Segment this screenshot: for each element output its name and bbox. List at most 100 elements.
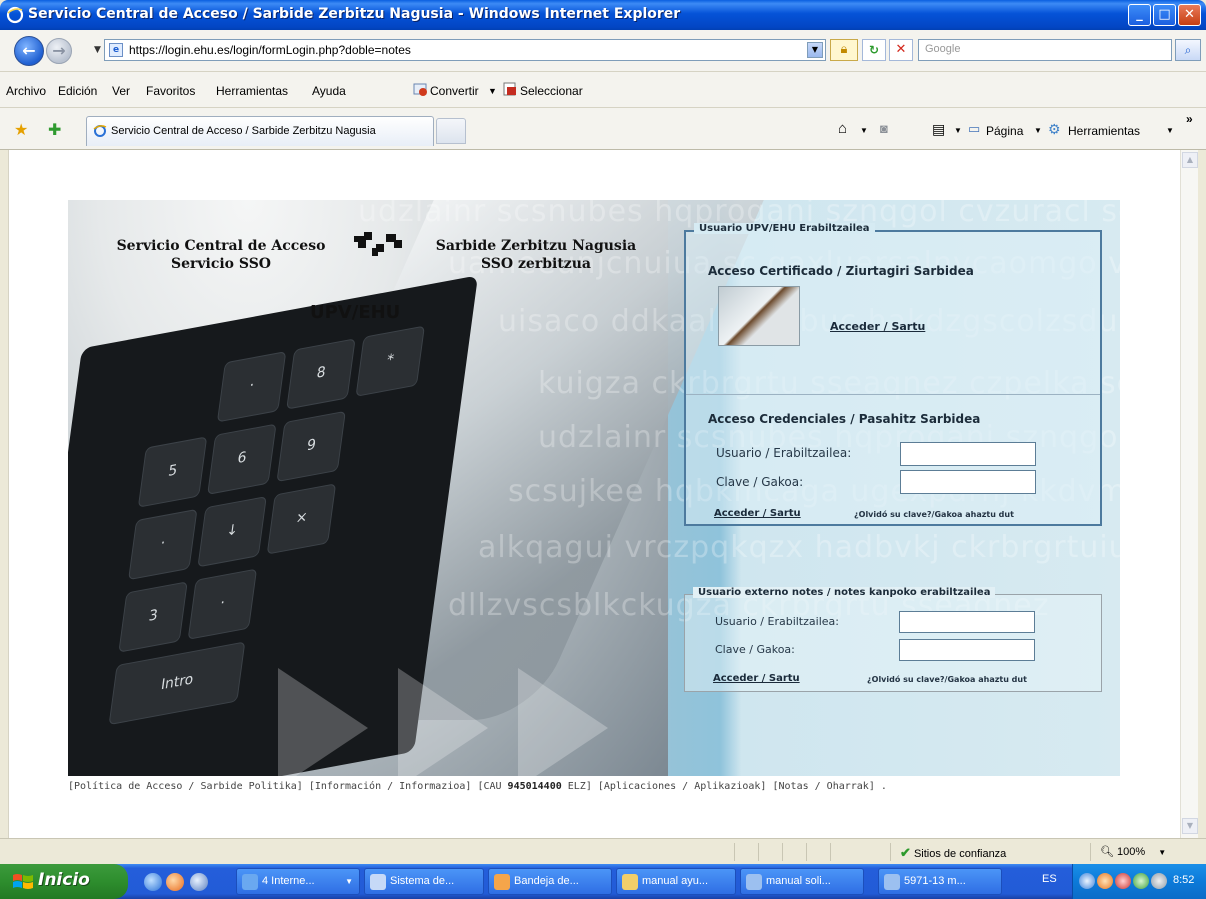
add-favorite-icon[interactable]: ✚ [48, 120, 61, 139]
herramientas-dropdown-icon[interactable]: ▼ [1166, 126, 1174, 135]
print-dropdown-icon[interactable]: ▼ [954, 126, 962, 135]
task-word-5971[interactable]: 5971-13 m... [878, 868, 1002, 895]
app-task-icon [370, 874, 386, 890]
history-dropdown-icon[interactable]: ▼ [94, 45, 101, 55]
gear-icon: ⚙ [1048, 121, 1061, 137]
refresh-button[interactable]: ↻ [862, 39, 886, 61]
search-placeholder: Google [925, 43, 961, 55]
certificate-access-title: Acceso Certificado / Ziurtagiri Sarbidea [708, 264, 974, 278]
task-label: Bandeja de... [514, 875, 579, 887]
address-toolbar: ← → ▼ e https://login.ehu.es/login/formL… [0, 30, 1206, 72]
notes-login-panel: Usuario externo notes / notes kanpoko er… [684, 587, 1102, 692]
convertir-button[interactable]: Convertir [430, 84, 479, 98]
quicklaunch-ie-icon[interactable] [144, 873, 162, 891]
pagina-dropdown-icon[interactable]: ▼ [1034, 126, 1042, 135]
ie-task-icon [242, 874, 258, 890]
menu-ver[interactable]: Ver [112, 84, 130, 98]
menu-ayuda[interactable]: Ayuda [312, 84, 346, 98]
quicklaunch-browser-icon[interactable] [190, 873, 208, 891]
convert-pdf-icon [413, 83, 427, 96]
home-icon[interactable]: ⌂ [838, 120, 847, 137]
zoom-control[interactable]: 🔍︎ 100% ▼ [1100, 845, 1166, 858]
menu-favoritos[interactable]: Favoritos [146, 84, 195, 98]
menu-herramientas[interactable]: Herramientas [216, 84, 288, 98]
tab-active[interactable]: Servicio Central de Acceso / Sarbide Zer… [86, 116, 434, 146]
minimize-button[interactable]: _ [1128, 4, 1151, 26]
menu-edicion[interactable]: Edición [58, 84, 97, 98]
address-field[interactable]: e https://login.ehu.es/login/formLogin.p… [104, 39, 826, 61]
back-arrow-icon: ← [22, 41, 36, 60]
stop-button[interactable]: ✕ [889, 39, 913, 61]
task-bandeja[interactable]: Bandeja de... [488, 868, 612, 895]
tray-security-icon[interactable] [1151, 873, 1167, 889]
page-menu-icon: ▭ [968, 121, 981, 136]
brand-right-line2: SSO zerbitzua [481, 256, 591, 272]
search-icon[interactable]: ⌕ [1175, 39, 1201, 61]
seleccionar-button[interactable]: Seleccionar [520, 84, 583, 98]
task-internet-explorer[interactable]: 4 Interne... ▼ [236, 868, 360, 895]
print-icon[interactable]: ▤ [932, 121, 945, 138]
upv-panel-legend: Usuario UPV/EHU Erabiltzailea [694, 223, 875, 234]
status-divider [758, 843, 759, 861]
username-input[interactable] [900, 442, 1036, 466]
tray-network-icon[interactable] [1133, 873, 1149, 889]
vertical-scrollbar[interactable]: ▲ ▼ [1180, 150, 1198, 838]
notes-username-input[interactable] [899, 611, 1035, 633]
info-link[interactable]: [Información / Informazioa] [309, 781, 472, 792]
window-titlebar[interactable]: Servicio Central de Acceso / Sarbide Zer… [0, 0, 1206, 30]
tab-label: Servicio Central de Acceso / Sarbide Zer… [111, 125, 376, 137]
tray-app-icon[interactable] [1115, 873, 1131, 889]
notes-forgot-password-link[interactable]: ¿Olvidó su clave?/Gakoa ahaztu dut [867, 675, 1027, 684]
herramientas-menu[interactable]: Herramientas [1068, 124, 1140, 138]
task-label: Sistema de... [390, 875, 455, 887]
notes-panel-legend: Usuario externo notes / notes kanpoko er… [693, 587, 996, 598]
checkmark-icon: ✔ [900, 845, 911, 860]
credentials-login-link[interactable]: Acceder / Sartu [714, 508, 801, 519]
tray-mail-icon[interactable] [1097, 873, 1113, 889]
search-input[interactable]: Google [918, 39, 1172, 61]
address-dropdown-icon[interactable]: ▼ [807, 42, 823, 58]
system-clock[interactable]: 8:52 [1173, 874, 1194, 886]
task-folder[interactable]: manual ayu... [616, 868, 736, 895]
task-word-manual[interactable]: manual soli... [740, 868, 864, 895]
notes-link[interactable]: [Notas / Oharrak] [772, 781, 874, 792]
security-lock-icon[interactable]: 🔒︎ [830, 39, 858, 61]
forward-button[interactable]: → [46, 38, 72, 64]
status-divider [782, 843, 783, 861]
favorites-star-icon[interactable]: ★ [14, 120, 28, 139]
toolbar-overflow-button[interactable]: » [1186, 112, 1193, 126]
tray-back-icon[interactable] [1079, 873, 1095, 889]
quicklaunch-mail-icon[interactable] [166, 873, 184, 891]
certificate-login-link[interactable]: Acceder / Sartu [830, 320, 925, 333]
forgot-password-link[interactable]: ¿Olvidó su clave?/Gakoa ahaztu dut [854, 510, 1014, 519]
task-sistema[interactable]: Sistema de... [364, 868, 484, 895]
back-button[interactable]: ← [14, 36, 44, 66]
new-tab-button[interactable] [436, 118, 466, 144]
task-label: manual ayu... [642, 875, 709, 887]
cau-link[interactable]: [CAU 945014400 ELZ] [477, 781, 591, 792]
credentials-access-title: Acceso Credenciales / Pasahitz Sarbidea [708, 412, 981, 426]
scroll-up-icon[interactable]: ▲ [1182, 152, 1198, 168]
security-zone[interactable]: ✔ Sitios de confianza [900, 845, 1006, 861]
security-zone-label: Sitios de confianza [913, 848, 1007, 860]
apps-link[interactable]: [Aplicaciones / Aplikazioak] [598, 781, 767, 792]
policy-link[interactable]: [Política de Acceso / Sarbide Politika] [68, 781, 303, 792]
menu-archivo[interactable]: Archivo [6, 84, 46, 98]
feeds-icon[interactable]: ◙ [880, 121, 888, 136]
maximize-button[interactable]: □ [1153, 4, 1176, 26]
convertir-dropdown-icon[interactable]: ▼ [488, 86, 497, 96]
pagina-menu[interactable]: Página [986, 124, 1023, 138]
notes-password-input[interactable] [899, 639, 1035, 661]
password-input[interactable] [900, 470, 1036, 494]
scroll-down-icon[interactable]: ▼ [1182, 818, 1198, 834]
cau-suffix: ELZ] [561, 781, 592, 792]
start-button[interactable]: Inicio [0, 864, 128, 899]
close-button[interactable]: ✕ [1178, 4, 1201, 26]
language-indicator[interactable]: ES [1042, 873, 1057, 885]
cau-number: 945014400 [507, 781, 562, 792]
word-document-icon [746, 874, 762, 890]
brand-left-line2: Servicio SSO [170, 256, 271, 272]
home-dropdown-icon[interactable]: ▼ [860, 126, 868, 135]
notes-login-link[interactable]: Acceder / Sartu [713, 673, 800, 684]
zoom-dropdown-icon[interactable]: ▼ [1158, 848, 1166, 857]
